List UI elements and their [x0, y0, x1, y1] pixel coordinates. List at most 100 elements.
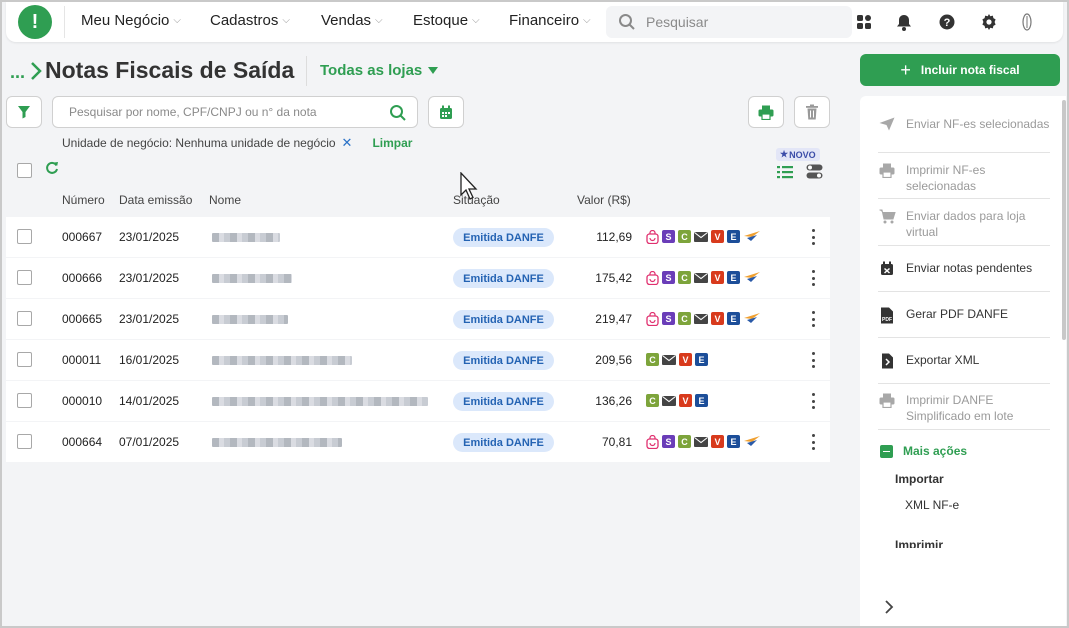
v-badge-icon[interactable]: V — [711, 435, 724, 448]
row-checkbox[interactable] — [17, 393, 32, 408]
v-badge-icon[interactable]: V — [679, 353, 692, 366]
mail-icon[interactable] — [694, 312, 708, 325]
c-badge-icon[interactable]: C — [678, 435, 691, 448]
row-checkbox[interactable] — [17, 352, 32, 367]
nav-estoque[interactable]: Estoque ⌵ — [413, 12, 480, 29]
row-menu-icon[interactable] — [811, 393, 815, 409]
e-badge-icon[interactable]: E — [695, 394, 708, 407]
side-action-0[interactable]: Enviar NF-es selecionadas — [878, 116, 1050, 132]
user-avatar-icon[interactable] — [1017, 12, 1037, 32]
nav-financeiro[interactable]: Financeiro ⌵ — [509, 12, 591, 29]
side-action-3[interactable]: Enviar notas pendentes — [878, 260, 1050, 276]
list-view-icon[interactable] — [777, 165, 793, 179]
v-badge-icon[interactable]: V — [711, 312, 724, 325]
shopping-bag-icon[interactable] — [646, 434, 659, 449]
shopping-bag-icon[interactable] — [646, 311, 659, 326]
e-badge-icon[interactable]: E — [727, 271, 740, 284]
row-menu-icon[interactable] — [811, 352, 815, 368]
row-checkbox[interactable] — [17, 229, 32, 244]
delete-button[interactable] — [794, 96, 830, 128]
date-filter-button[interactable] — [428, 96, 464, 128]
help-icon[interactable]: ? — [937, 12, 957, 32]
shipping-logo-icon[interactable] — [743, 271, 761, 284]
table-row[interactable]: 000011 16/01/2025 Emitida DANFE 209,56 C V E — [6, 340, 830, 380]
shipping-logo-icon[interactable] — [743, 312, 761, 325]
side-action-1[interactable]: Imprimir NF-es selecionadas — [878, 162, 1050, 194]
store-selector[interactable]: Todas as lojas — [320, 62, 439, 79]
apps-icon[interactable] — [854, 12, 874, 32]
mail-icon[interactable] — [694, 435, 708, 448]
chevron-right-icon[interactable] — [884, 600, 894, 614]
c-badge-icon[interactable]: C — [646, 394, 659, 407]
printer-icon — [758, 105, 774, 120]
row-menu-icon[interactable] — [811, 270, 815, 286]
mail-icon[interactable] — [694, 230, 708, 243]
v-badge-icon[interactable]: V — [711, 230, 724, 243]
table-row[interactable]: 000667 23/01/2025 Emitida DANFE 112,69 S C V E — [6, 217, 830, 257]
toggle-view-icon[interactable] — [806, 164, 823, 179]
c-badge-icon[interactable]: C — [678, 312, 691, 325]
global-search-input[interactable]: Pesquisar — [606, 6, 852, 38]
table-row[interactable]: 000010 14/01/2025 Emitida DANFE 136,26 C V E — [6, 381, 830, 421]
more-actions-toggle[interactable]: Mais ações — [880, 444, 967, 458]
mail-icon[interactable] — [662, 394, 676, 407]
column-header-date[interactable]: Data emissão — [119, 193, 192, 207]
mail-icon[interactable] — [662, 353, 676, 366]
table-row[interactable]: 000665 23/01/2025 Emitida DANFE 219,47 S C V E — [6, 299, 830, 339]
v-badge-icon[interactable]: V — [711, 271, 724, 284]
bell-icon[interactable] — [894, 12, 914, 32]
invoice-search-input[interactable]: Pesquisar por nome, CPF/CNPJ ou n° da no… — [52, 96, 418, 128]
e-badge-icon[interactable]: E — [727, 230, 740, 243]
refresh-icon[interactable] — [45, 161, 59, 175]
shopping-bag-icon[interactable] — [646, 229, 659, 244]
side-action-6[interactable]: Imprimir DANFE Simplificado em lote — [878, 392, 1050, 424]
s-badge-icon[interactable]: S — [662, 230, 675, 243]
table-row[interactable]: 000666 23/01/2025 Emitida DANFE 175,42 S C V E — [6, 258, 830, 298]
row-checkbox[interactable] — [17, 434, 32, 449]
e-badge-icon[interactable]: E — [727, 435, 740, 448]
remove-filter-icon[interactable]: ✕ — [342, 135, 353, 151]
s-badge-icon[interactable]: S — [662, 435, 675, 448]
row-menu-icon[interactable] — [811, 434, 815, 450]
import-heading: Importar — [895, 472, 944, 486]
row-menu-icon[interactable] — [811, 229, 815, 245]
breadcrumb-ellipsis[interactable]: ... — [10, 62, 25, 83]
clear-filters-link[interactable]: Limpar — [372, 136, 412, 150]
nav-cadastros[interactable]: Cadastros ⌵ — [210, 12, 290, 29]
chevron-down-icon: ⌵ — [173, 15, 181, 26]
s-badge-icon[interactable]: S — [662, 271, 675, 284]
column-header-value[interactable]: Valor (R$) — [577, 193, 631, 207]
app-logo[interactable]: ! — [18, 5, 52, 39]
nav-meu-negocio[interactable]: Meu Negócio ⌵ — [81, 12, 181, 29]
nav-vendas[interactable]: Vendas ⌵ — [321, 12, 383, 29]
shopping-bag-icon[interactable] — [646, 270, 659, 285]
select-all-checkbox[interactable] — [17, 163, 32, 178]
gear-icon[interactable] — [979, 12, 999, 32]
side-action-5[interactable]: Exportar XML — [878, 352, 1050, 369]
c-badge-icon[interactable]: C — [646, 353, 659, 366]
side-action-4[interactable]: PDF Gerar PDF DANFE — [878, 306, 1050, 324]
c-badge-icon[interactable]: C — [678, 271, 691, 284]
column-header-name[interactable]: Nome — [209, 193, 241, 207]
column-header-number[interactable]: Número — [62, 193, 105, 207]
print-button[interactable] — [748, 96, 784, 128]
row-checkbox[interactable] — [17, 270, 32, 285]
side-panel-scrollbar[interactable] — [1062, 100, 1066, 340]
include-invoice-button[interactable]: + Incluir nota fiscal — [860, 54, 1060, 86]
row-menu-icon[interactable] — [811, 311, 815, 327]
row-checkbox[interactable] — [17, 311, 32, 326]
filter-button[interactable] — [6, 96, 42, 128]
import-xml-nfe-item[interactable]: XML NF-e — [905, 498, 959, 512]
side-action-2[interactable]: Enviar dados para loja virtual — [878, 208, 1050, 240]
e-badge-icon[interactable]: E — [695, 353, 708, 366]
shipping-logo-icon[interactable] — [743, 230, 761, 243]
shipping-logo-icon[interactable] — [743, 435, 761, 448]
chevron-down-icon: ⌵ — [282, 15, 290, 26]
e-badge-icon[interactable]: E — [727, 312, 740, 325]
search-icon — [390, 105, 406, 121]
mail-icon[interactable] — [694, 271, 708, 284]
s-badge-icon[interactable]: S — [662, 312, 675, 325]
v-badge-icon[interactable]: V — [679, 394, 692, 407]
table-row[interactable]: 000664 07/01/2025 Emitida DANFE 70,81 S C V E — [6, 422, 830, 462]
c-badge-icon[interactable]: C — [678, 230, 691, 243]
